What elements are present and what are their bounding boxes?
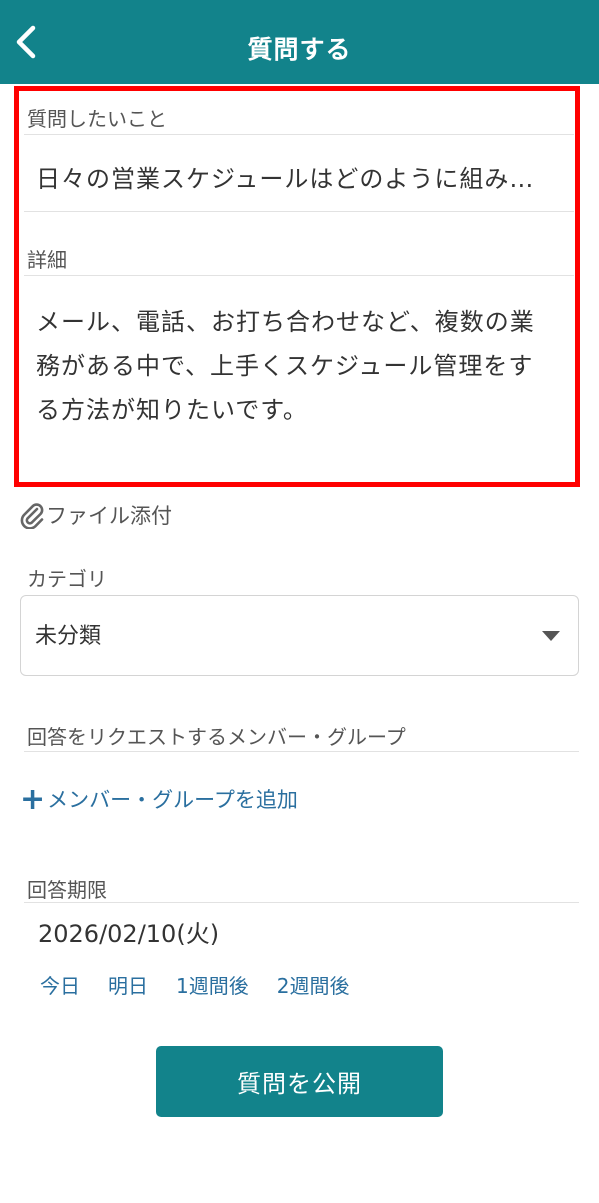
category-select[interactable]: 未分類 — [20, 595, 579, 676]
quick-1week-link[interactable]: 1週間後 — [176, 970, 249, 999]
attach-file-button[interactable]: ファイル添付 — [18, 498, 172, 532]
deadline-label: 回答期限 — [27, 878, 107, 902]
question-label: 質問したいこと — [27, 107, 167, 131]
category-selected-value: 未分類 — [35, 624, 102, 649]
quick-2week-link[interactable]: 2週間後 — [277, 970, 350, 999]
detail-textarea[interactable]: メール、電話、お打ち合わせなど、複数の業務がある中で、上手くスケジュール管理をす… — [24, 276, 574, 476]
paperclip-icon — [20, 503, 44, 529]
publish-question-button[interactable]: 質問を公開 — [156, 1046, 443, 1117]
caret-down-icon — [542, 631, 560, 641]
detail-label: 詳細 — [27, 248, 67, 272]
deadline-quick-links: 今日 明日 1週間後 2週間後 — [40, 970, 377, 999]
deadline-date-input[interactable]: 2026/02/10(火) — [38, 914, 219, 949]
app-header: 質問する — [0, 0, 599, 84]
divider — [24, 902, 579, 903]
add-member-button[interactable]: + メンバー・グループを追加 — [20, 781, 298, 817]
divider — [24, 211, 574, 212]
question-input[interactable]: 日々の営業スケジュールはどのように組み… — [24, 135, 574, 211]
attach-label: ファイル添付 — [46, 504, 172, 528]
category-label: カテゴリ — [27, 567, 107, 591]
page-title: 質問する — [247, 35, 352, 64]
plus-icon: + — [20, 781, 46, 817]
quick-tomorrow-link[interactable]: 明日 — [108, 970, 148, 999]
divider — [24, 751, 579, 752]
quick-today-link[interactable]: 今日 — [40, 970, 80, 999]
request-label: 回答をリクエストするメンバー・グループ — [27, 725, 406, 749]
add-member-label: メンバー・グループを追加 — [47, 788, 298, 812]
